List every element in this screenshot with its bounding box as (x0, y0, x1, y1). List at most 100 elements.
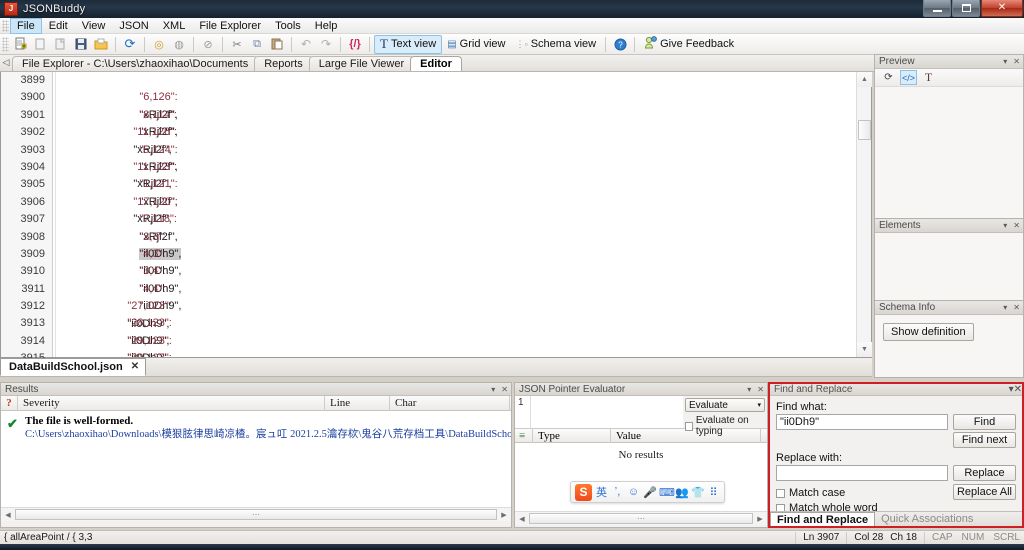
refresh-preview-icon[interactable]: ⟳ (880, 70, 897, 85)
jpe-col-type[interactable]: Type (533, 428, 611, 443)
result-file-path[interactable]: C:\Users\zhaoxihao\Downloads\模狠胘律思崎凉楂。宸ュ… (5, 428, 511, 441)
results-col-char[interactable]: Char (390, 395, 510, 411)
ime-skin-icon[interactable]: 👕 (691, 486, 705, 499)
menu-view[interactable]: View (75, 18, 113, 34)
results-grid[interactable]: ? Severity Line Char ✔ The file is well-… (1, 395, 511, 507)
minimize-button[interactable] (923, 0, 951, 17)
replace-button[interactable]: Replace (953, 465, 1016, 481)
open-folder-icon[interactable] (51, 35, 71, 54)
toolbar-grip[interactable] (2, 36, 9, 52)
jpe-col-value[interactable]: Value (611, 428, 761, 443)
tab-scroll-left-icon[interactable]: ◁ (0, 54, 12, 71)
text-preview-icon[interactable]: T (920, 70, 937, 85)
file-tab-databuildschool[interactable]: DataBuildSchool.json ✕ (0, 358, 147, 376)
close-icon[interactable]: ✕ (498, 385, 511, 394)
new-file-icon[interactable] (11, 35, 31, 54)
close-icon[interactable]: ✕ (1010, 303, 1023, 312)
tab-file-explorer[interactable]: File Explorer - C:\Users\zhaoxihao\Docum… (12, 56, 259, 71)
paste-icon[interactable] (267, 35, 287, 54)
ime-emoji-icon[interactable]: ☺ (627, 486, 640, 498)
undo-icon[interactable]: ↶ (296, 35, 316, 54)
close-icon[interactable]: ✕ (1014, 384, 1022, 395)
open-file-icon[interactable] (31, 35, 51, 54)
close-button[interactable]: ✕ (981, 0, 1023, 17)
results-horizontal-scrollbar[interactable]: ◀ ⋯ ▶ (1, 507, 511, 521)
match-case-checkbox[interactable]: Match case (776, 487, 948, 499)
ime-keyboard-icon[interactable]: ⌨ (659, 486, 675, 499)
jpe-col-menu[interactable]: ≡ (515, 428, 533, 443)
scroll-right-icon[interactable]: ▶ (497, 511, 511, 519)
replace-with-input[interactable] (776, 465, 948, 481)
save-icon[interactable] (71, 35, 91, 54)
refresh-icon[interactable]: ⟳ (120, 35, 140, 54)
redo-icon[interactable]: ↷ (316, 35, 336, 54)
format-json-icon[interactable]: {/} (345, 35, 365, 54)
chevron-down-icon[interactable]: ▾ (757, 401, 761, 409)
help-icon[interactable]: ? (610, 35, 630, 54)
chevron-down-icon[interactable]: ▾ (1000, 303, 1010, 312)
scroll-left-icon[interactable]: ◀ (1, 511, 15, 519)
results-col-severity[interactable]: Severity (18, 395, 325, 411)
sogou-logo-icon[interactable]: S (575, 483, 592, 501)
scroll-right-icon[interactable]: ▶ (753, 515, 767, 523)
tab-editor[interactable]: Editor (410, 56, 462, 71)
tab-large-file-viewer[interactable]: Large File Viewer (308, 56, 415, 71)
code-content[interactable]: "6,126": "xRjl2f", "8,114": "xRjl2f", "1… (57, 72, 855, 357)
results-col-line[interactable]: Line (325, 395, 390, 411)
editor-vertical-scrollbar[interactable]: ▲ ▼ (856, 72, 872, 357)
grid-view-button[interactable]: ▤ Grid view (442, 35, 510, 54)
close-icon[interactable]: ✕ (131, 358, 139, 376)
tab-find-and-replace[interactable]: Find and Replace (770, 512, 876, 526)
give-feedback-button[interactable]: Give Feedback (639, 35, 739, 54)
menu-tools[interactable]: Tools (268, 18, 308, 34)
close-icon[interactable]: ✕ (1010, 221, 1023, 230)
validate-schema-icon[interactable]: ◍ (169, 35, 189, 54)
result-row[interactable]: The file is well-formed. C:\Users\zhaoxi… (1, 411, 511, 441)
results-col-icon[interactable]: ? (1, 395, 18, 411)
scrollbar-thumb[interactable]: ⋯ (529, 513, 753, 524)
cut-icon[interactable]: ✂ (227, 35, 247, 54)
schema-view-button[interactable]: ⋮▫ Schema view (511, 35, 602, 54)
jpe-horizontal-scrollbar[interactable]: ◀ ⋯ ▶ (515, 511, 767, 525)
scrollbar-thumb[interactable] (858, 120, 871, 140)
check-icon[interactable]: ⊘ (198, 35, 218, 54)
find-button[interactable]: Find (953, 414, 1016, 430)
menu-json[interactable]: JSON (112, 18, 155, 34)
ime-toolbox-icon[interactable]: ⠿ (707, 486, 720, 499)
ime-language-icon[interactable]: 英 (595, 484, 608, 500)
evaluate-button[interactable]: Evaluate ▾ (685, 398, 765, 412)
ime-account-icon[interactable]: 👥 (675, 486, 689, 499)
find-what-input[interactable]: "ii0Dh9" (776, 414, 948, 430)
menu-grip[interactable] (2, 19, 9, 32)
json-pointer-input[interactable] (531, 396, 683, 428)
save-all-icon[interactable] (91, 35, 111, 54)
menu-edit[interactable]: Edit (42, 18, 75, 34)
menu-file[interactable]: File (10, 17, 42, 34)
chevron-down-icon[interactable]: ▾ (744, 385, 754, 394)
maximize-button[interactable] (952, 0, 980, 17)
close-icon[interactable]: ✕ (754, 385, 767, 394)
menu-help[interactable]: Help (308, 18, 345, 34)
text-view-button[interactable]: T Text view (374, 34, 443, 54)
checkbox-icon[interactable] (776, 488, 785, 498)
scroll-down-icon[interactable]: ▼ (857, 342, 872, 357)
text-editor[interactable]: 3899 3900 3901 3902 3903 3904 3905 3906 … (0, 72, 872, 364)
validate-icon[interactable]: ◎ (149, 35, 169, 54)
find-next-button[interactable]: Find next (953, 432, 1016, 448)
menu-file-explorer[interactable]: File Explorer (192, 18, 268, 34)
chevron-down-icon[interactable]: ▾ (1000, 57, 1010, 66)
menu-xml[interactable]: XML (156, 18, 193, 34)
close-icon[interactable]: ✕ (1010, 57, 1023, 66)
chevron-down-icon[interactable]: ▾ (488, 385, 498, 394)
scroll-left-icon[interactable]: ◀ (515, 515, 529, 523)
scrollbar-thumb[interactable]: ⋯ (15, 509, 497, 520)
chevron-down-icon[interactable]: ▾ (1000, 221, 1010, 230)
show-definition-button[interactable]: Show definition (883, 323, 974, 341)
copy-icon[interactable]: ⧉ (247, 35, 267, 54)
scroll-up-icon[interactable]: ▲ (857, 72, 872, 87)
tab-reports[interactable]: Reports (254, 56, 313, 71)
sogou-ime-toolbar[interactable]: S 英 ʼ, ☺ 🎤 ⌨ 👥 👕 ⠿ (570, 481, 725, 503)
tab-quick-associations[interactable]: Quick Associations (875, 512, 979, 526)
replace-all-button[interactable]: Replace All (953, 484, 1016, 500)
ime-voice-icon[interactable]: 🎤 (643, 486, 657, 499)
